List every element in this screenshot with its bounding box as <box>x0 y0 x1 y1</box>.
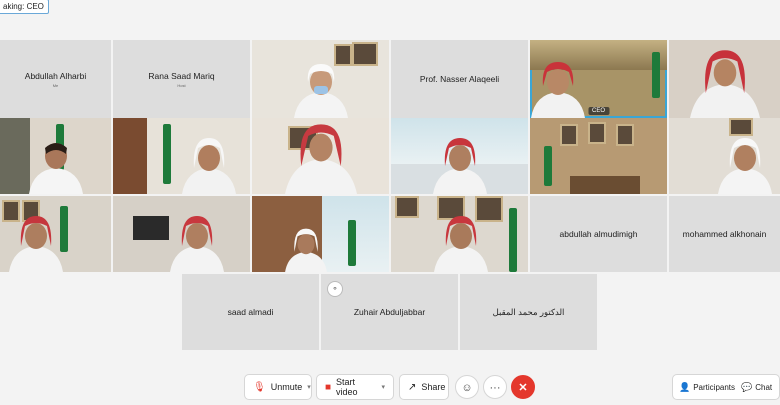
more-icon: ··· <box>489 382 501 394</box>
mic-muted-icon: ⚬ <box>327 281 343 297</box>
start-video-button[interactable]: ■ Start video ▾ <box>316 374 394 400</box>
start-video-label: Start video <box>336 377 358 397</box>
chat-icon: 💬 <box>741 381 753 392</box>
participant-tile-alkhonain[interactable]: mohammed alkhonain <box>669 196 780 272</box>
participant-video <box>426 210 496 272</box>
participant-name-tag: CEO <box>587 107 610 115</box>
end-call-icon: ✕ <box>518 382 528 394</box>
participants-label: Participants <box>693 382 736 392</box>
chat-button[interactable]: 💬 Chat <box>735 382 772 393</box>
mic-muted-icon: 🎙 <box>253 381 266 393</box>
flag <box>348 220 356 266</box>
participant-tile-almudimigh[interactable]: abdullah almudimigh <box>530 196 667 272</box>
leave-meeting-button[interactable]: ✕ <box>511 375 535 399</box>
participant-video-tile[interactable] <box>0 118 111 194</box>
background-door <box>113 118 147 194</box>
participant-tile-alharbi[interactable]: Abdullah Alharbi Me <box>0 40 111 118</box>
participant-name: Rana Saad Mariq <box>148 70 215 81</box>
chevron-down-icon[interactable]: ▾ <box>307 383 311 391</box>
participant-video-tile[interactable] <box>252 118 389 194</box>
unmute-button[interactable]: 🎙 Unmute ▾ <box>244 374 312 400</box>
participant-video-tile[interactable] <box>113 118 250 194</box>
panel-buttons: 👤 Participants 💬 Chat <box>672 374 780 400</box>
participant-role: Host <box>177 82 186 88</box>
participant-name: abdullah almudimigh <box>559 229 638 239</box>
flag <box>652 52 660 98</box>
participant-video-tile[interactable] <box>530 118 667 194</box>
wall-frame <box>352 42 378 66</box>
participant-video <box>174 132 244 194</box>
participant-video-tile[interactable] <box>391 118 528 194</box>
participant-video-tile[interactable] <box>391 196 528 272</box>
participant-video-tile[interactable] <box>669 118 780 194</box>
video-camera-icon: ■ <box>325 381 332 393</box>
share-label: Share <box>421 382 446 392</box>
share-icon: ↗ <box>408 381 417 393</box>
active-speaker-label: aking: CEO <box>0 0 49 14</box>
meeting-toolbar: 🎙 Unmute ▾ ■ Start video ▾ ↗ Share ☺ ···… <box>0 374 780 402</box>
participant-tile-alaqeeli[interactable]: Prof. Nasser Alaqeeli <box>391 40 528 118</box>
flag <box>163 124 171 184</box>
participant-video-tile[interactable] <box>252 196 389 272</box>
participant-video <box>685 48 765 118</box>
participants-button[interactable]: 👤 Participants <box>673 382 735 393</box>
participant-video <box>162 210 232 272</box>
participants-icon: 👤 <box>679 381 691 392</box>
participant-video <box>530 56 593 118</box>
chevron-down-icon[interactable]: ▾ <box>381 383 385 391</box>
participant-video-tile[interactable] <box>113 196 250 272</box>
emoji-icon: ☺ <box>461 382 473 394</box>
flag <box>544 146 552 186</box>
reactions-button[interactable]: ☺ <box>455 375 479 399</box>
participant-video <box>21 132 91 194</box>
unmute-label: Unmute <box>270 382 303 392</box>
participant-tile-almadi[interactable]: saad almadi <box>182 274 319 350</box>
participant-video <box>1 210 71 272</box>
participant-name: mohammed alkhonain <box>682 229 767 239</box>
participant-name: saad almadi <box>227 307 274 317</box>
wall-frame <box>560 124 578 146</box>
participant-tile-mariq[interactable]: Rana Saad Mariq Host <box>113 40 250 118</box>
wall-frame <box>395 196 419 218</box>
participant-video-tile-ceo[interactable]: CEO <box>530 40 667 118</box>
participant-role: Me <box>52 82 59 88</box>
participant-video <box>425 132 495 194</box>
participant-video <box>286 56 356 118</box>
more-options-button[interactable]: ··· <box>483 375 507 399</box>
participant-video <box>278 224 334 272</box>
wall-frame <box>588 122 606 144</box>
flag <box>509 208 517 272</box>
share-button[interactable]: ↗ Share <box>399 374 449 400</box>
chat-label: Chat <box>755 382 773 392</box>
participant-name: Prof. Nasser Alaqeeli <box>419 74 500 84</box>
participant-video-tile[interactable] <box>669 40 780 118</box>
participant-tile-almuqbil[interactable]: الدكتور محمد المقبل <box>460 274 597 350</box>
participant-name: الدكتور محمد المقبل <box>492 306 565 317</box>
desk <box>570 176 640 194</box>
participant-video-tile[interactable] <box>252 40 389 118</box>
participant-name: Zuhair Abduljabbar <box>353 307 426 317</box>
wall-frame <box>616 124 634 146</box>
participant-video <box>710 132 780 194</box>
participant-video-tile[interactable] <box>0 196 111 272</box>
participant-video <box>276 122 366 194</box>
participant-name: Abdullah Alharbi <box>24 70 87 81</box>
